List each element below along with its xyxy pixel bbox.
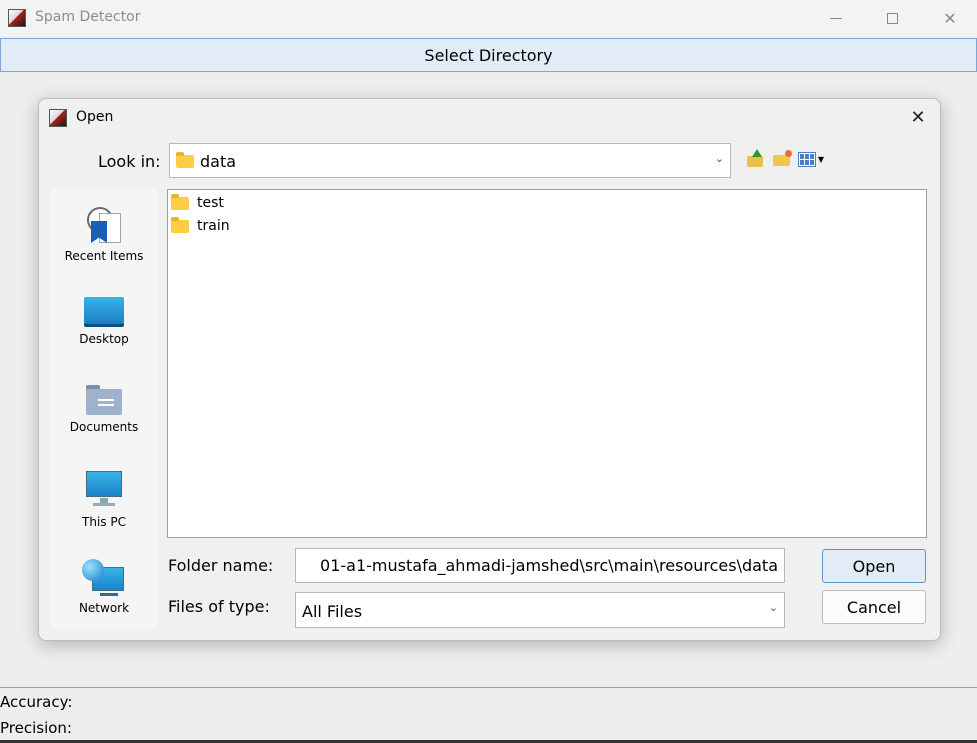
places-sidebar: Recent Items Desktop Documents This PC N… — [51, 189, 157, 629]
folder-name-label: Folder name: — [168, 556, 274, 575]
dialog-title: Open — [76, 109, 114, 125]
chevron-down-icon: ⌄ — [714, 152, 724, 165]
folder-icon — [176, 152, 194, 168]
file-name: test — [197, 195, 224, 211]
place-desktop[interactable]: Desktop — [51, 297, 157, 346]
accuracy-label: Accuracy: — [0, 693, 73, 711]
folder-name-value: 01-a1-mustafa_ahmadi-jamshed\src\main\re… — [320, 556, 778, 575]
close-icon: ✕ — [910, 106, 926, 128]
close-button[interactable]: ✕ — [932, 6, 968, 30]
open-button[interactable]: Open — [822, 549, 926, 583]
look-in-value: data — [200, 152, 237, 171]
place-network[interactable]: Network — [51, 559, 157, 615]
place-label: Documents — [69, 420, 139, 434]
place-documents[interactable]: Documents — [51, 385, 157, 434]
folder-icon — [171, 193, 189, 210]
view-grid-icon — [797, 151, 816, 167]
place-label: Recent Items — [64, 249, 144, 263]
file-list[interactable]: test train — [167, 189, 927, 538]
title-bar: Spam Detector ✕ — [0, 0, 977, 36]
dialog-close-button[interactable]: ✕ — [903, 105, 933, 129]
this-pc-icon — [85, 471, 123, 509]
dialog-app-icon — [49, 109, 67, 127]
close-icon: ✕ — [943, 8, 957, 28]
precision-label: Precision: — [0, 719, 72, 737]
list-item[interactable]: test — [171, 193, 224, 213]
open-dialog: Open ✕ Look in: data ⌄ ▼ Recent Items De… — [38, 98, 941, 641]
files-of-type-dropdown[interactable]: All Files ⌄ — [295, 592, 785, 628]
files-of-type-label: Files of type: — [168, 597, 270, 616]
maximize-icon — [886, 12, 898, 24]
app-icon — [8, 9, 26, 27]
folder-name-input[interactable]: 01-a1-mustafa_ahmadi-jamshed\src\main\re… — [295, 548, 785, 583]
list-item[interactable]: train — [171, 216, 230, 236]
recent-items-icon — [85, 207, 123, 245]
network-icon — [82, 559, 126, 599]
place-label: Desktop — [79, 332, 129, 346]
up-one-level-button[interactable] — [743, 147, 767, 171]
chevron-down-icon: ⌄ — [768, 601, 778, 614]
look-in-label: Look in: — [98, 152, 161, 171]
window-title: Spam Detector — [35, 9, 141, 25]
cancel-button[interactable]: Cancel — [822, 590, 926, 624]
desktop-icon — [84, 297, 124, 327]
place-label: This PC — [82, 515, 126, 529]
minimize-icon — [830, 17, 842, 19]
divider — [0, 687, 977, 688]
view-menu-button[interactable]: ▼ — [795, 147, 827, 171]
place-label: Network — [78, 601, 130, 615]
place-recent-items[interactable]: Recent Items — [51, 207, 157, 263]
files-of-type-value: All Files — [302, 602, 363, 621]
up-folder-icon — [747, 149, 763, 167]
file-name: train — [197, 218, 230, 234]
place-this-pc[interactable]: This PC — [51, 471, 157, 529]
dropdown-arrow-icon: ▼ — [817, 154, 825, 164]
folder-icon — [171, 216, 189, 233]
look-in-dropdown[interactable]: data ⌄ — [169, 143, 731, 178]
new-folder-button[interactable] — [769, 147, 793, 171]
minimize-button[interactable] — [818, 6, 854, 30]
new-folder-icon — [772, 150, 792, 166]
maximize-button[interactable] — [874, 6, 910, 30]
documents-icon — [86, 385, 122, 415]
select-directory-button[interactable]: Select Directory — [0, 38, 977, 72]
